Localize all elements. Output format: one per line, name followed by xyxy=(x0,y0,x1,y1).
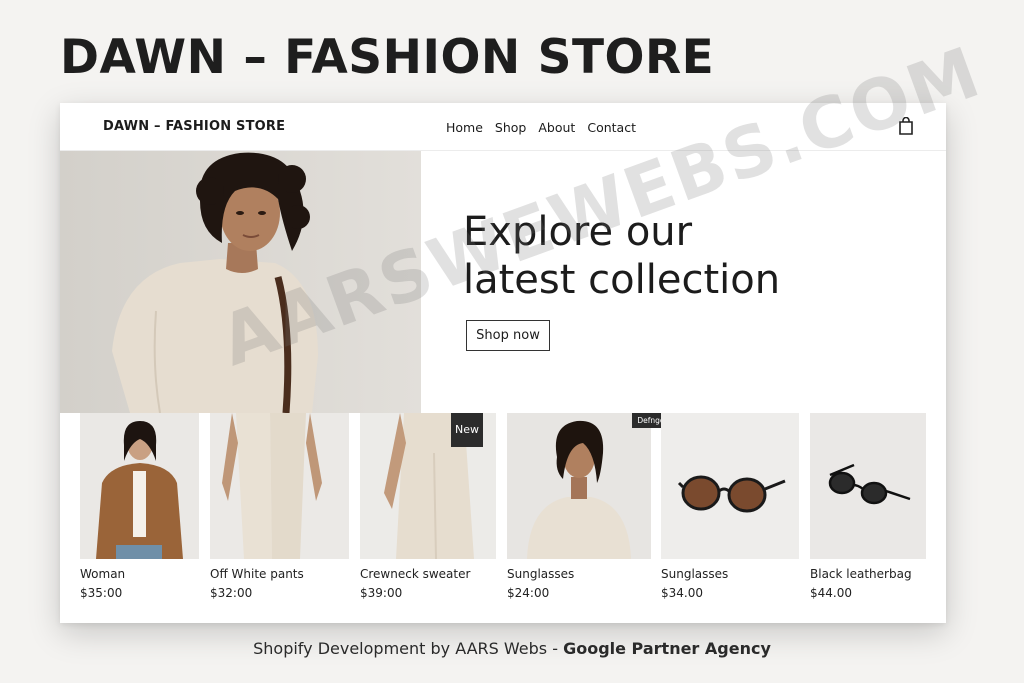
product-name[interactable]: Woman xyxy=(80,567,125,581)
new-badge: New xyxy=(451,413,483,447)
store-header: DAWN – FASHION STORE Home Shop About Con… xyxy=(60,103,946,151)
nav-contact[interactable]: Contact xyxy=(587,120,636,135)
product-name[interactable]: Sunglasses xyxy=(507,567,574,581)
nav-home[interactable]: Home xyxy=(446,120,483,135)
page-title: DAWN – FASHION STORE xyxy=(60,30,715,85)
product-price: $24:00 xyxy=(507,586,550,600)
product-price: $35:00 xyxy=(80,586,123,600)
nav-shop[interactable]: Shop xyxy=(495,120,526,135)
hero-line-2: latest collection xyxy=(463,257,781,303)
store-brand[interactable]: DAWN – FASHION STORE xyxy=(103,119,285,134)
footer-credit: Shopify Development by AARS Webs - Googl… xyxy=(0,639,1024,658)
model-photo xyxy=(60,151,421,413)
shopping-bag-icon[interactable] xyxy=(898,117,914,135)
main-nav: Home Shop About Contact xyxy=(446,120,636,135)
store-preview: DAWN – FASHION STORE Home Shop About Con… xyxy=(60,103,946,623)
product-price: $32:00 xyxy=(210,586,253,600)
product-image-woman[interactable] xyxy=(80,413,199,559)
product-price: $34.00 xyxy=(661,586,703,600)
product-name[interactable]: Off White pants xyxy=(210,567,304,581)
product-image-off-white-pants[interactable] xyxy=(210,413,349,559)
product-price: $44.00 xyxy=(810,586,852,600)
product-image-black-leatherbag[interactable] xyxy=(810,413,926,559)
product-name[interactable]: Crewneck sweater xyxy=(360,567,470,581)
shop-now-button[interactable]: Shop now xyxy=(466,320,550,351)
hero-image xyxy=(60,151,421,413)
product-image-sunglasses-model[interactable] xyxy=(507,413,651,559)
product-name[interactable]: Sunglasses xyxy=(661,567,728,581)
footer-agency: Google Partner Agency xyxy=(563,639,771,658)
footer-text: Shopify Development by AARS Webs - xyxy=(253,639,564,658)
product-price: $39:00 xyxy=(360,586,403,600)
hero-line-1: Explore our xyxy=(463,209,693,255)
nav-about[interactable]: About xyxy=(538,120,575,135)
product-image-sunglasses[interactable] xyxy=(661,413,799,559)
product-name[interactable]: Black leatherbag xyxy=(810,567,912,581)
hero-headline: Explore our latest collection xyxy=(463,208,780,304)
